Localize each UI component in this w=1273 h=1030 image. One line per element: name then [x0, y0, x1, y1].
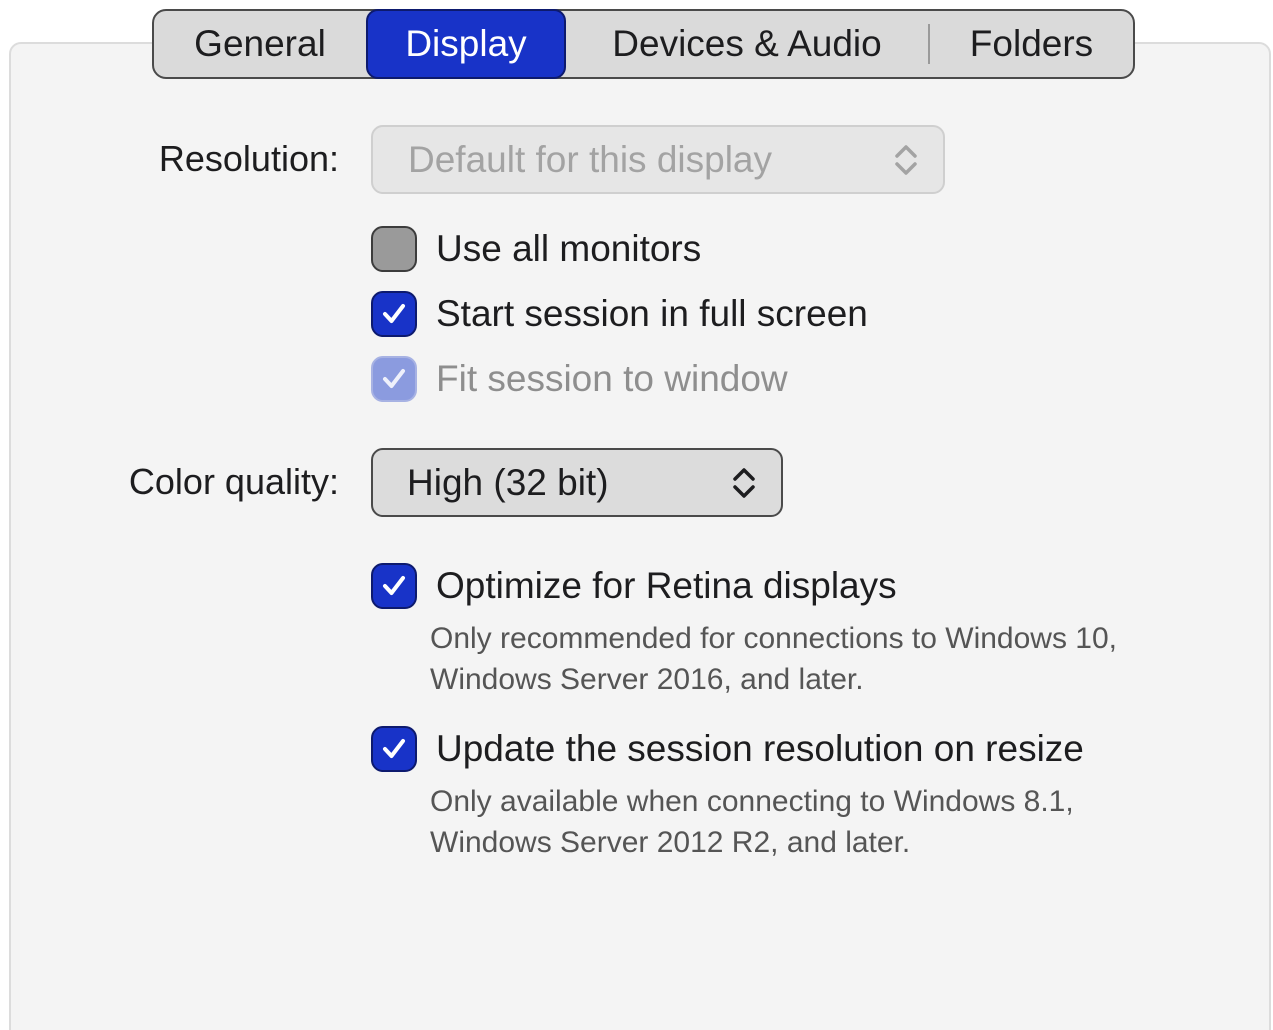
retina-label: Optimize for Retina displays	[436, 565, 897, 606]
resolution-popup[interactable]: Default for this display	[371, 125, 945, 194]
color-quality-value: High (32 bit)	[407, 461, 609, 503]
checkmark-icon	[383, 739, 405, 758]
checkbox-checked-disabled	[371, 356, 417, 402]
resolution-value: Default for this display	[408, 138, 773, 180]
retina-help-text: Only recommended for connections to Wind…	[430, 622, 1117, 696]
checkbox-checked[interactable]	[371, 563, 417, 609]
tab-folders[interactable]: Folders	[930, 11, 1133, 77]
display-preferences: General Display Devices & Audio Folders …	[0, 0, 1273, 1030]
resize-label: Update the session resolution on resize	[436, 728, 1084, 769]
checkmark-icon	[383, 304, 405, 323]
resize-checkbox[interactable]: Update the session resolution on resize	[371, 725, 1084, 773]
checkmark-icon	[383, 369, 405, 388]
tab-devices-audio[interactable]: Devices & Audio	[566, 11, 928, 77]
color-quality-label: Color quality:	[128, 461, 339, 502]
full-screen-checkbox[interactable]: Start session in full screen	[371, 290, 868, 338]
chevron-up-down-icon	[733, 467, 755, 498]
full-screen-label: Start session in full screen	[436, 293, 868, 334]
fit-to-window-checkbox: Fit session to window	[371, 355, 788, 403]
use-all-monitors-checkbox[interactable]: Use all monitors	[371, 225, 701, 273]
checkmark-icon	[383, 576, 405, 595]
checkbox-checked[interactable]	[371, 726, 417, 772]
color-quality-popup[interactable]: High (32 bit)	[371, 448, 783, 517]
use-all-monitors-label: Use all monitors	[436, 228, 702, 269]
chevron-up-down-icon	[895, 144, 917, 175]
checkbox-unchecked[interactable]	[371, 226, 417, 272]
tab-bar: General Display Devices & Audio Folders	[152, 9, 1135, 79]
resize-help-text: Only available when connecting to Window…	[430, 785, 1074, 859]
fit-to-window-label: Fit session to window	[436, 358, 788, 399]
retina-checkbox[interactable]: Optimize for Retina displays	[371, 562, 897, 610]
resolution-label: Resolution:	[158, 138, 339, 179]
checkbox-checked[interactable]	[371, 291, 417, 337]
tab-display[interactable]: Display	[366, 9, 566, 79]
tab-general[interactable]: General	[154, 11, 366, 77]
